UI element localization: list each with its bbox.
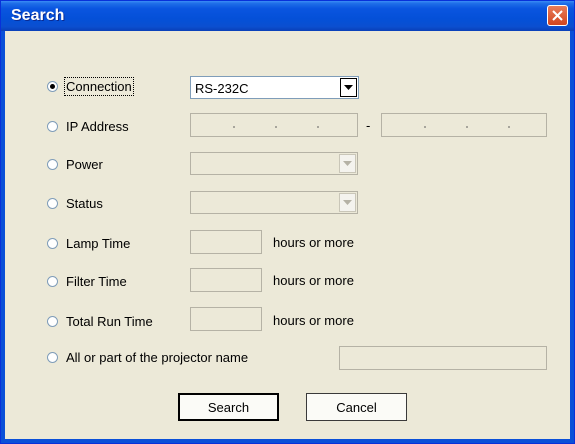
total-run-time-unit: hours or more xyxy=(273,313,354,328)
radio-lamp-time[interactable] xyxy=(47,238,58,249)
ip-address-start-field[interactable] xyxy=(190,113,358,137)
window-border-bottom xyxy=(1,439,574,443)
lamp-time-unit: hours or more xyxy=(273,235,354,250)
option-total-run-time-label: Total Run Time xyxy=(66,314,153,329)
connection-select-value: RS-232C xyxy=(195,81,249,96)
ip-dot xyxy=(275,126,277,128)
chevron-down-icon[interactable] xyxy=(340,78,357,97)
radio-projector-name[interactable] xyxy=(47,352,58,363)
search-dialog: Search Connection RS-232C IP Address - P… xyxy=(0,0,575,444)
connection-select[interactable]: RS-232C xyxy=(190,76,359,99)
option-status[interactable]: Status xyxy=(47,196,103,211)
cancel-button[interactable]: Cancel xyxy=(306,393,407,421)
ip-dot xyxy=(424,126,426,128)
window-border-right xyxy=(570,31,574,443)
projector-name-field[interactable] xyxy=(339,346,547,370)
ip-dot xyxy=(466,126,468,128)
option-ip-address[interactable]: IP Address xyxy=(47,119,129,134)
radio-power[interactable] xyxy=(47,159,58,170)
ip-address-end-field[interactable] xyxy=(381,113,547,137)
power-select[interactable] xyxy=(190,152,358,175)
radio-connection[interactable] xyxy=(47,81,58,92)
ip-dot xyxy=(233,126,235,128)
option-projector-name[interactable]: All or part of the projector name xyxy=(47,350,248,365)
close-button[interactable] xyxy=(547,5,568,26)
option-projector-name-label: All or part of the projector name xyxy=(66,350,249,365)
close-icon xyxy=(552,10,563,21)
window-border-left xyxy=(1,31,5,443)
option-filter-time-label: Filter Time xyxy=(66,274,127,289)
option-lamp-time[interactable]: Lamp Time xyxy=(47,236,130,251)
filter-time-field[interactable] xyxy=(190,268,262,292)
option-power-label: Power xyxy=(66,157,103,172)
option-status-label: Status xyxy=(66,196,103,211)
total-run-time-field[interactable] xyxy=(190,307,262,331)
search-button[interactable]: Search xyxy=(178,393,279,421)
radio-filter-time[interactable] xyxy=(47,276,58,287)
option-total-run-time[interactable]: Total Run Time xyxy=(47,314,153,329)
lamp-time-field[interactable] xyxy=(190,230,262,254)
option-filter-time[interactable]: Filter Time xyxy=(47,274,127,289)
option-connection-label: Connection xyxy=(64,77,134,96)
ip-dot xyxy=(317,126,319,128)
radio-status[interactable] xyxy=(47,198,58,209)
chevron-down-icon[interactable] xyxy=(339,154,356,173)
option-power[interactable]: Power xyxy=(47,157,103,172)
filter-time-unit: hours or more xyxy=(273,273,354,288)
option-connection[interactable]: Connection xyxy=(47,77,134,96)
dialog-title: Search xyxy=(11,7,65,24)
ip-range-separator: - xyxy=(366,118,371,133)
status-select[interactable] xyxy=(190,191,358,214)
radio-ip-address[interactable] xyxy=(47,121,58,132)
title-bar[interactable]: Search xyxy=(1,1,574,31)
chevron-down-icon[interactable] xyxy=(339,193,356,212)
option-lamp-time-label: Lamp Time xyxy=(66,236,131,251)
radio-total-run-time[interactable] xyxy=(47,316,58,327)
option-ip-address-label: IP Address xyxy=(66,119,129,134)
ip-dot xyxy=(508,126,510,128)
